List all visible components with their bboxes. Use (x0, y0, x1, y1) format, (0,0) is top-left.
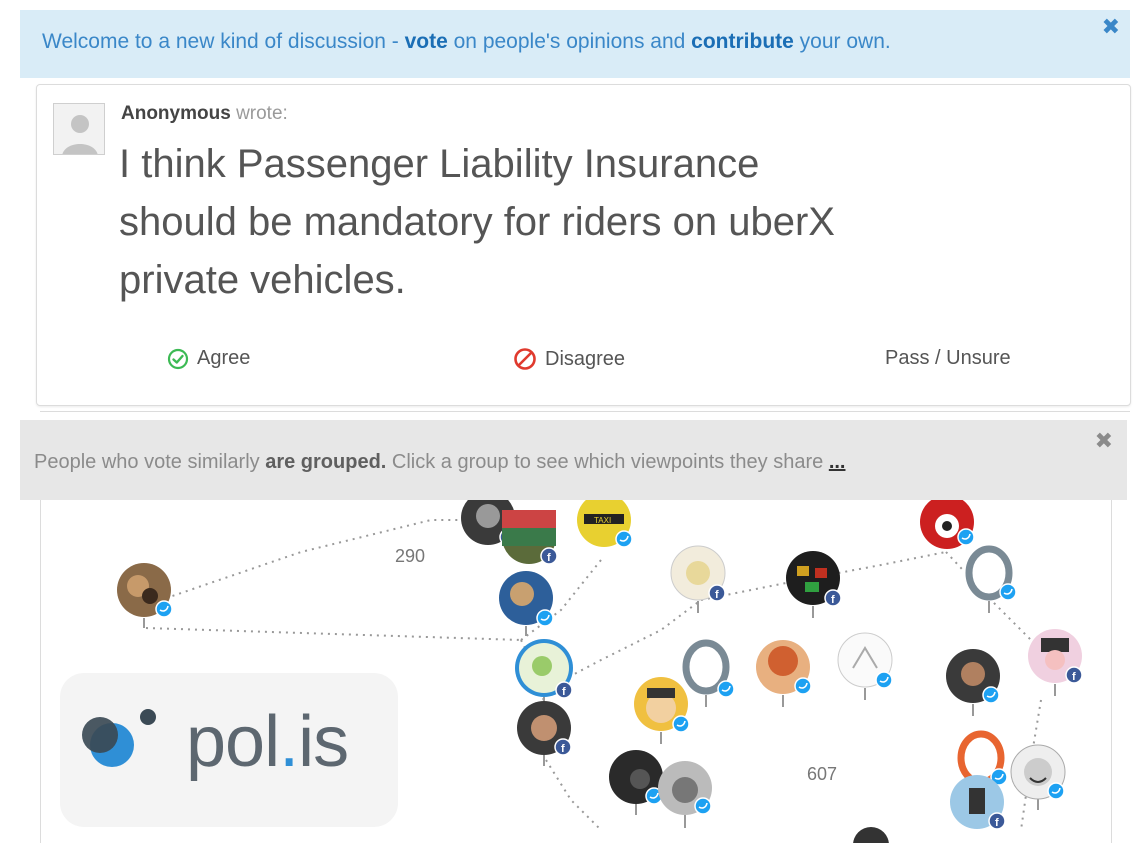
participant-avatar (756, 640, 812, 707)
participant-avatar (515, 639, 573, 708)
disagree-button[interactable]: Disagree (513, 347, 625, 371)
grouping-banner: People who vote similarly are grouped. C… (20, 420, 1127, 500)
author-wrote-label: wrote: (236, 103, 288, 124)
polis-wordmark: pol.is (186, 701, 349, 783)
comment-author: Anonymous wrote: (121, 103, 288, 125)
welcome-text-middle: on people's opinions and (447, 30, 692, 53)
participant-avatar (658, 761, 712, 828)
close-icon[interactable]: ✖ (1102, 14, 1120, 40)
participant-avatar (517, 701, 572, 766)
welcome-text-prefix: Welcome to a new kind of discussion - (42, 30, 405, 53)
participant-avatar (502, 510, 558, 565)
participant-avatar (920, 500, 975, 549)
participant-avatar (946, 649, 1000, 716)
more-link[interactable]: ... (829, 451, 846, 473)
agree-button[interactable]: Agree (167, 347, 250, 370)
pass-label: Pass / Unsure (885, 347, 1011, 369)
participant-avatar (1010, 744, 1066, 810)
comment-card: Anonymous wrote: I think Passenger Liabi… (36, 84, 1131, 406)
participant-avatar (837, 632, 893, 700)
group-count-290[interactable]: 290 (395, 546, 425, 567)
statement-line: private vehicles. (119, 258, 406, 302)
participant-avatar (670, 545, 726, 613)
participant-avatar (609, 750, 663, 815)
comment-statement: I think Passenger Liability Insurance sh… (119, 135, 959, 309)
welcome-contribute-emphasis: contribute (691, 30, 794, 53)
polis-logo-mark-icon (82, 709, 156, 767)
author-name: Anonymous (121, 103, 231, 124)
polis-logo: pol.is (60, 673, 398, 827)
participant-avatar (499, 571, 554, 636)
grouping-text-prefix: People who vote similarly (34, 451, 266, 473)
check-circle-icon (167, 348, 189, 369)
group-count-607[interactable]: 607 (807, 764, 837, 785)
participant-avatar (786, 551, 842, 618)
participant-avatar (962, 545, 1017, 613)
group-count-label: 290 (395, 546, 426, 566)
agree-label: Agree (197, 347, 251, 369)
anonymous-avatar (53, 103, 105, 155)
logo-text-dot: . (279, 702, 299, 782)
participant-avatar (679, 639, 735, 707)
statement-line: should be mandatory for riders on uberX (119, 200, 835, 244)
disagree-label: Disagree (545, 347, 626, 370)
grouping-emphasis: are grouped. (265, 451, 387, 473)
user-silhouette-icon (54, 104, 104, 154)
grouping-text-suffix: Click a group to see which viewpoints th… (386, 451, 829, 473)
svg-text:TAXI: TAXI (594, 516, 611, 525)
participant-avatar (634, 677, 690, 744)
pass-button[interactable]: Pass / Unsure (885, 347, 1011, 370)
statement-line: I think Passenger Liability Insurance (119, 142, 760, 186)
ban-icon (514, 348, 536, 370)
participant-avatar: TAXI (577, 500, 633, 548)
welcome-vote-emphasis: vote (404, 30, 448, 53)
close-icon[interactable]: ✖ (1095, 428, 1113, 454)
welcome-banner: Welcome to a new kind of discussion - vo… (20, 10, 1130, 78)
participant-avatar (1028, 629, 1083, 696)
welcome-text-suffix: your own. (793, 30, 891, 53)
logo-text-is: is (298, 702, 349, 782)
logo-text-pol: pol (186, 702, 280, 782)
participant-avatar (117, 563, 173, 628)
card-divider (40, 405, 1130, 412)
participant-avatar (853, 827, 889, 843)
group-count-label: 607 (807, 764, 838, 784)
